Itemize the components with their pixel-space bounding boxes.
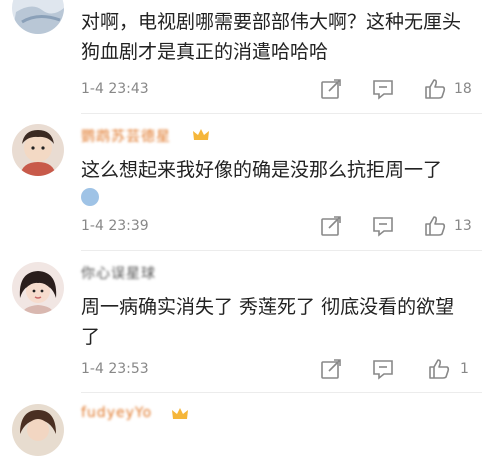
comment-time: 1-4 23:43 [81,81,149,97]
crown-icon [192,127,210,143]
emoji-icon [81,188,99,206]
avatar[interactable] [12,262,64,314]
like-icon[interactable] [428,358,450,380]
like-icon[interactable] [424,215,446,237]
avatar[interactable] [12,0,64,34]
like-count: 13 [454,218,472,234]
comment-icon[interactable] [372,215,394,237]
comment-text: 周一病确实消失了 秀莲死了 彻底没看的欲望了 [81,296,455,348]
avatar[interactable] [12,404,64,456]
repost-icon[interactable] [320,78,342,100]
comment-icon[interactable] [372,78,394,100]
username[interactable]: fudyeyYo [81,405,152,421]
divider [81,250,482,251]
repost-icon[interactable] [320,215,342,237]
comment-time: 1-4 23:53 [81,361,149,377]
comment-text: 这么想起来我好像的确是没那么抗拒周一了 [81,159,443,181]
crown-icon [171,406,189,422]
avatar[interactable] [12,124,64,176]
comment-text: 对啊，电视剧哪需要部部伟大啊？这种无厘头狗血剧才是真正的消遣哈哈哈 [81,11,462,63]
divider [81,113,482,114]
username[interactable]: 鹦鹉苏芸德星 [81,126,171,146]
like-icon[interactable] [424,78,446,100]
divider [81,392,482,393]
username[interactable]: 你心误星球 [81,263,156,283]
like-count: 18 [454,81,472,97]
comment-icon[interactable] [372,358,394,380]
comment-time: 1-4 23:39 [81,218,149,234]
repost-icon[interactable] [320,358,342,380]
like-count: 1 [460,361,469,377]
